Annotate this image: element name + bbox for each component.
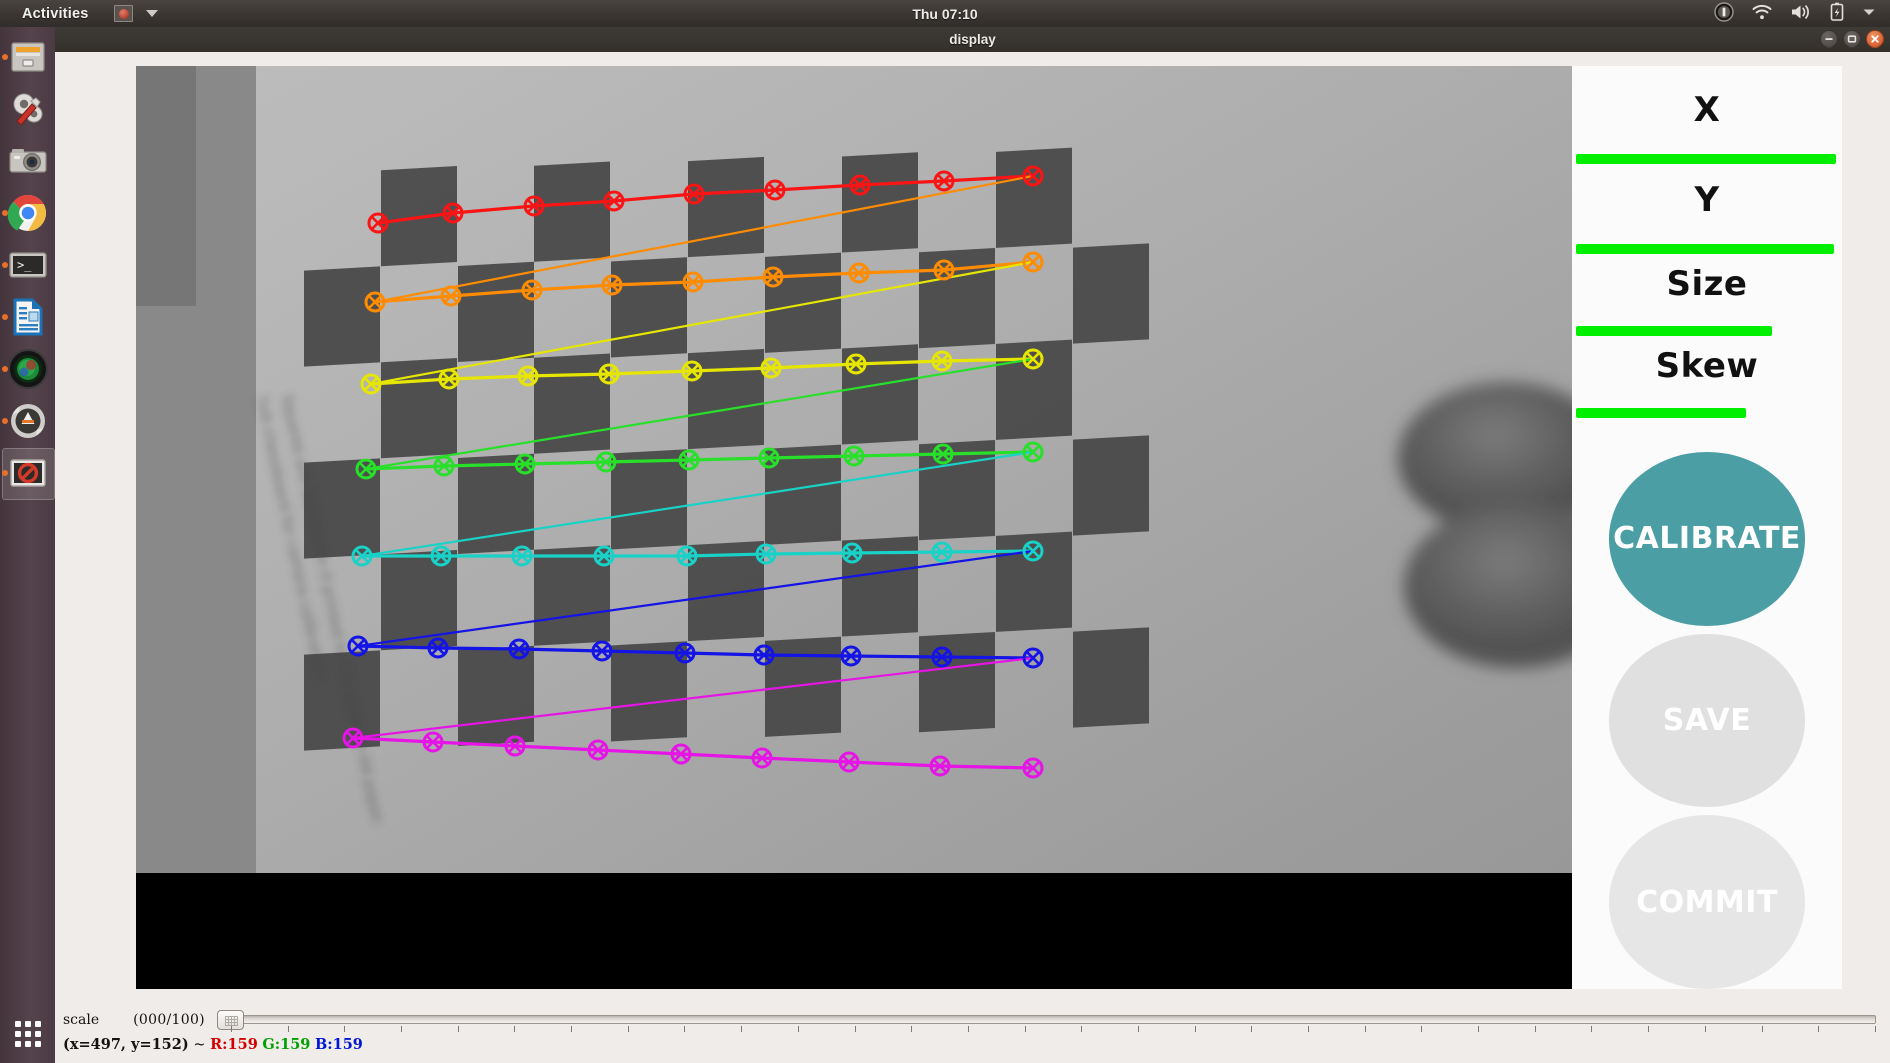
close-button[interactable] <box>1866 30 1884 48</box>
window-controls <box>1820 30 1884 48</box>
software-updater-icon <box>7 400 49 442</box>
launcher-item-camera[interactable] <box>0 135 55 187</box>
scale-slider-groove <box>217 1015 1876 1024</box>
corner-row-connector <box>362 452 1033 556</box>
window-titlebar[interactable]: display <box>55 27 1890 52</box>
save-button-label: SAVE <box>1663 703 1752 738</box>
slider-size[interactable] <box>1572 326 1842 336</box>
launcher-item-libreoffice-impress[interactable] <box>0 291 55 343</box>
slider-label-x: X <box>1572 90 1842 130</box>
slider-skew[interactable] <box>1572 408 1842 418</box>
slider-size-fill <box>1576 326 1772 336</box>
launcher-item-display-app[interactable] <box>0 447 55 499</box>
slider-label-skew: Skew <box>1572 346 1842 386</box>
unity-launcher: >_ <box>0 27 55 1063</box>
launcher-item-files[interactable] <box>0 31 55 83</box>
slider-x-fill <box>1576 154 1836 164</box>
calibration-viewport: 7x9 chessboard for camera calibration. S… <box>136 66 1842 989</box>
slider-group-size: Size <box>1572 264 1842 336</box>
pixel-readout: (x=497, y=152) ~ R:159 G:159 B:159 <box>63 1036 363 1053</box>
commit-button-label: COMMIT <box>1636 885 1778 920</box>
lens-icon <box>7 348 49 390</box>
display-window: display <box>55 27 1890 1063</box>
statusbar: scale (000/100) (x=497, y=152) ~ R:159 G… <box>55 1003 1890 1063</box>
slider-group-skew: Skew <box>1572 346 1842 418</box>
file-cabinet-icon <box>7 36 49 78</box>
pixel-separator: ~ <box>193 1037 205 1053</box>
wifi-icon[interactable] <box>1751 3 1773 24</box>
pixel-green-value: G:159 <box>262 1036 310 1053</box>
slider-y-fill <box>1576 244 1834 254</box>
slider-label-y: Y <box>1572 180 1842 220</box>
pixel-blue-value: B:159 <box>315 1036 363 1053</box>
slider-y[interactable] <box>1572 244 1842 254</box>
terminal-icon: >_ <box>7 244 49 286</box>
pixel-coordinate: (x=497, y=152) <box>63 1036 189 1053</box>
app-window-icon[interactable] <box>114 5 133 22</box>
slider-skew-fill <box>1576 408 1746 418</box>
launcher-item-chrome[interactable] <box>0 187 55 239</box>
svg-text:>_: >_ <box>17 258 32 272</box>
maximize-button[interactable] <box>1843 30 1861 48</box>
calibrate-button-label: CALIBRATE <box>1613 521 1801 556</box>
corner-row-connector <box>353 658 1033 738</box>
save-button[interactable]: SAVE <box>1609 634 1805 808</box>
slider-group-y: Y <box>1572 180 1842 254</box>
show-applications-icon <box>15 1021 41 1047</box>
scale-slider-grip <box>225 1016 238 1026</box>
camera-image-pane[interactable]: 7x9 chessboard for camera calibration. S… <box>136 66 1572 989</box>
info-circle-icon[interactable] <box>1714 2 1734 25</box>
launcher-item-settings[interactable] <box>0 83 55 135</box>
scale-row: scale (000/100) <box>61 1007 1882 1033</box>
chevron-down-icon[interactable] <box>1862 5 1876 22</box>
slider-x[interactable] <box>1572 154 1842 164</box>
gear-wrench-icon <box>7 88 49 130</box>
window-client-area: 7x9 chessboard for camera calibration. S… <box>55 52 1890 1063</box>
chevron-down-icon[interactable] <box>146 10 158 17</box>
commit-button[interactable]: COMMIT <box>1609 815 1805 989</box>
calibration-control-panel: X Y Size <box>1572 66 1842 989</box>
launcher-item-terminal[interactable]: >_ <box>0 239 55 291</box>
chrome-icon <box>7 192 49 234</box>
window-title: display <box>55 32 1890 47</box>
clock[interactable]: Thu 07:10 <box>0 6 1890 22</box>
scale-label: scale <box>63 1012 99 1028</box>
app-indicator-dot <box>119 9 129 19</box>
calibrate-button[interactable]: CALIBRATE <box>1609 452 1805 626</box>
volume-icon[interactable] <box>1790 3 1812 24</box>
minimize-button[interactable] <box>1820 30 1838 48</box>
corner-row-connector <box>358 551 1033 646</box>
scale-slider[interactable] <box>217 1009 1876 1031</box>
impress-document-icon <box>7 296 49 338</box>
battery-charging-icon[interactable] <box>1829 2 1845 25</box>
launcher-item-software-updater[interactable] <box>0 395 55 447</box>
show-applications-button[interactable] <box>0 1005 55 1063</box>
slider-group-x: X <box>1572 90 1842 164</box>
chessboard-corner-overlay <box>136 66 1572 989</box>
activities-button[interactable]: Activities <box>22 6 88 22</box>
system-tray <box>1714 2 1890 25</box>
slider-label-size: Size <box>1572 264 1842 304</box>
scale-value: (000/100) <box>133 1012 205 1028</box>
launcher-item-lens-app[interactable] <box>0 343 55 395</box>
top-panel: Activities Thu 07:10 <box>0 0 1890 27</box>
pixel-red-value: R:159 <box>210 1036 258 1053</box>
scale-slider-ticks <box>231 1026 1876 1032</box>
camera-icon <box>7 140 49 182</box>
no-entry-window-icon <box>7 452 49 494</box>
